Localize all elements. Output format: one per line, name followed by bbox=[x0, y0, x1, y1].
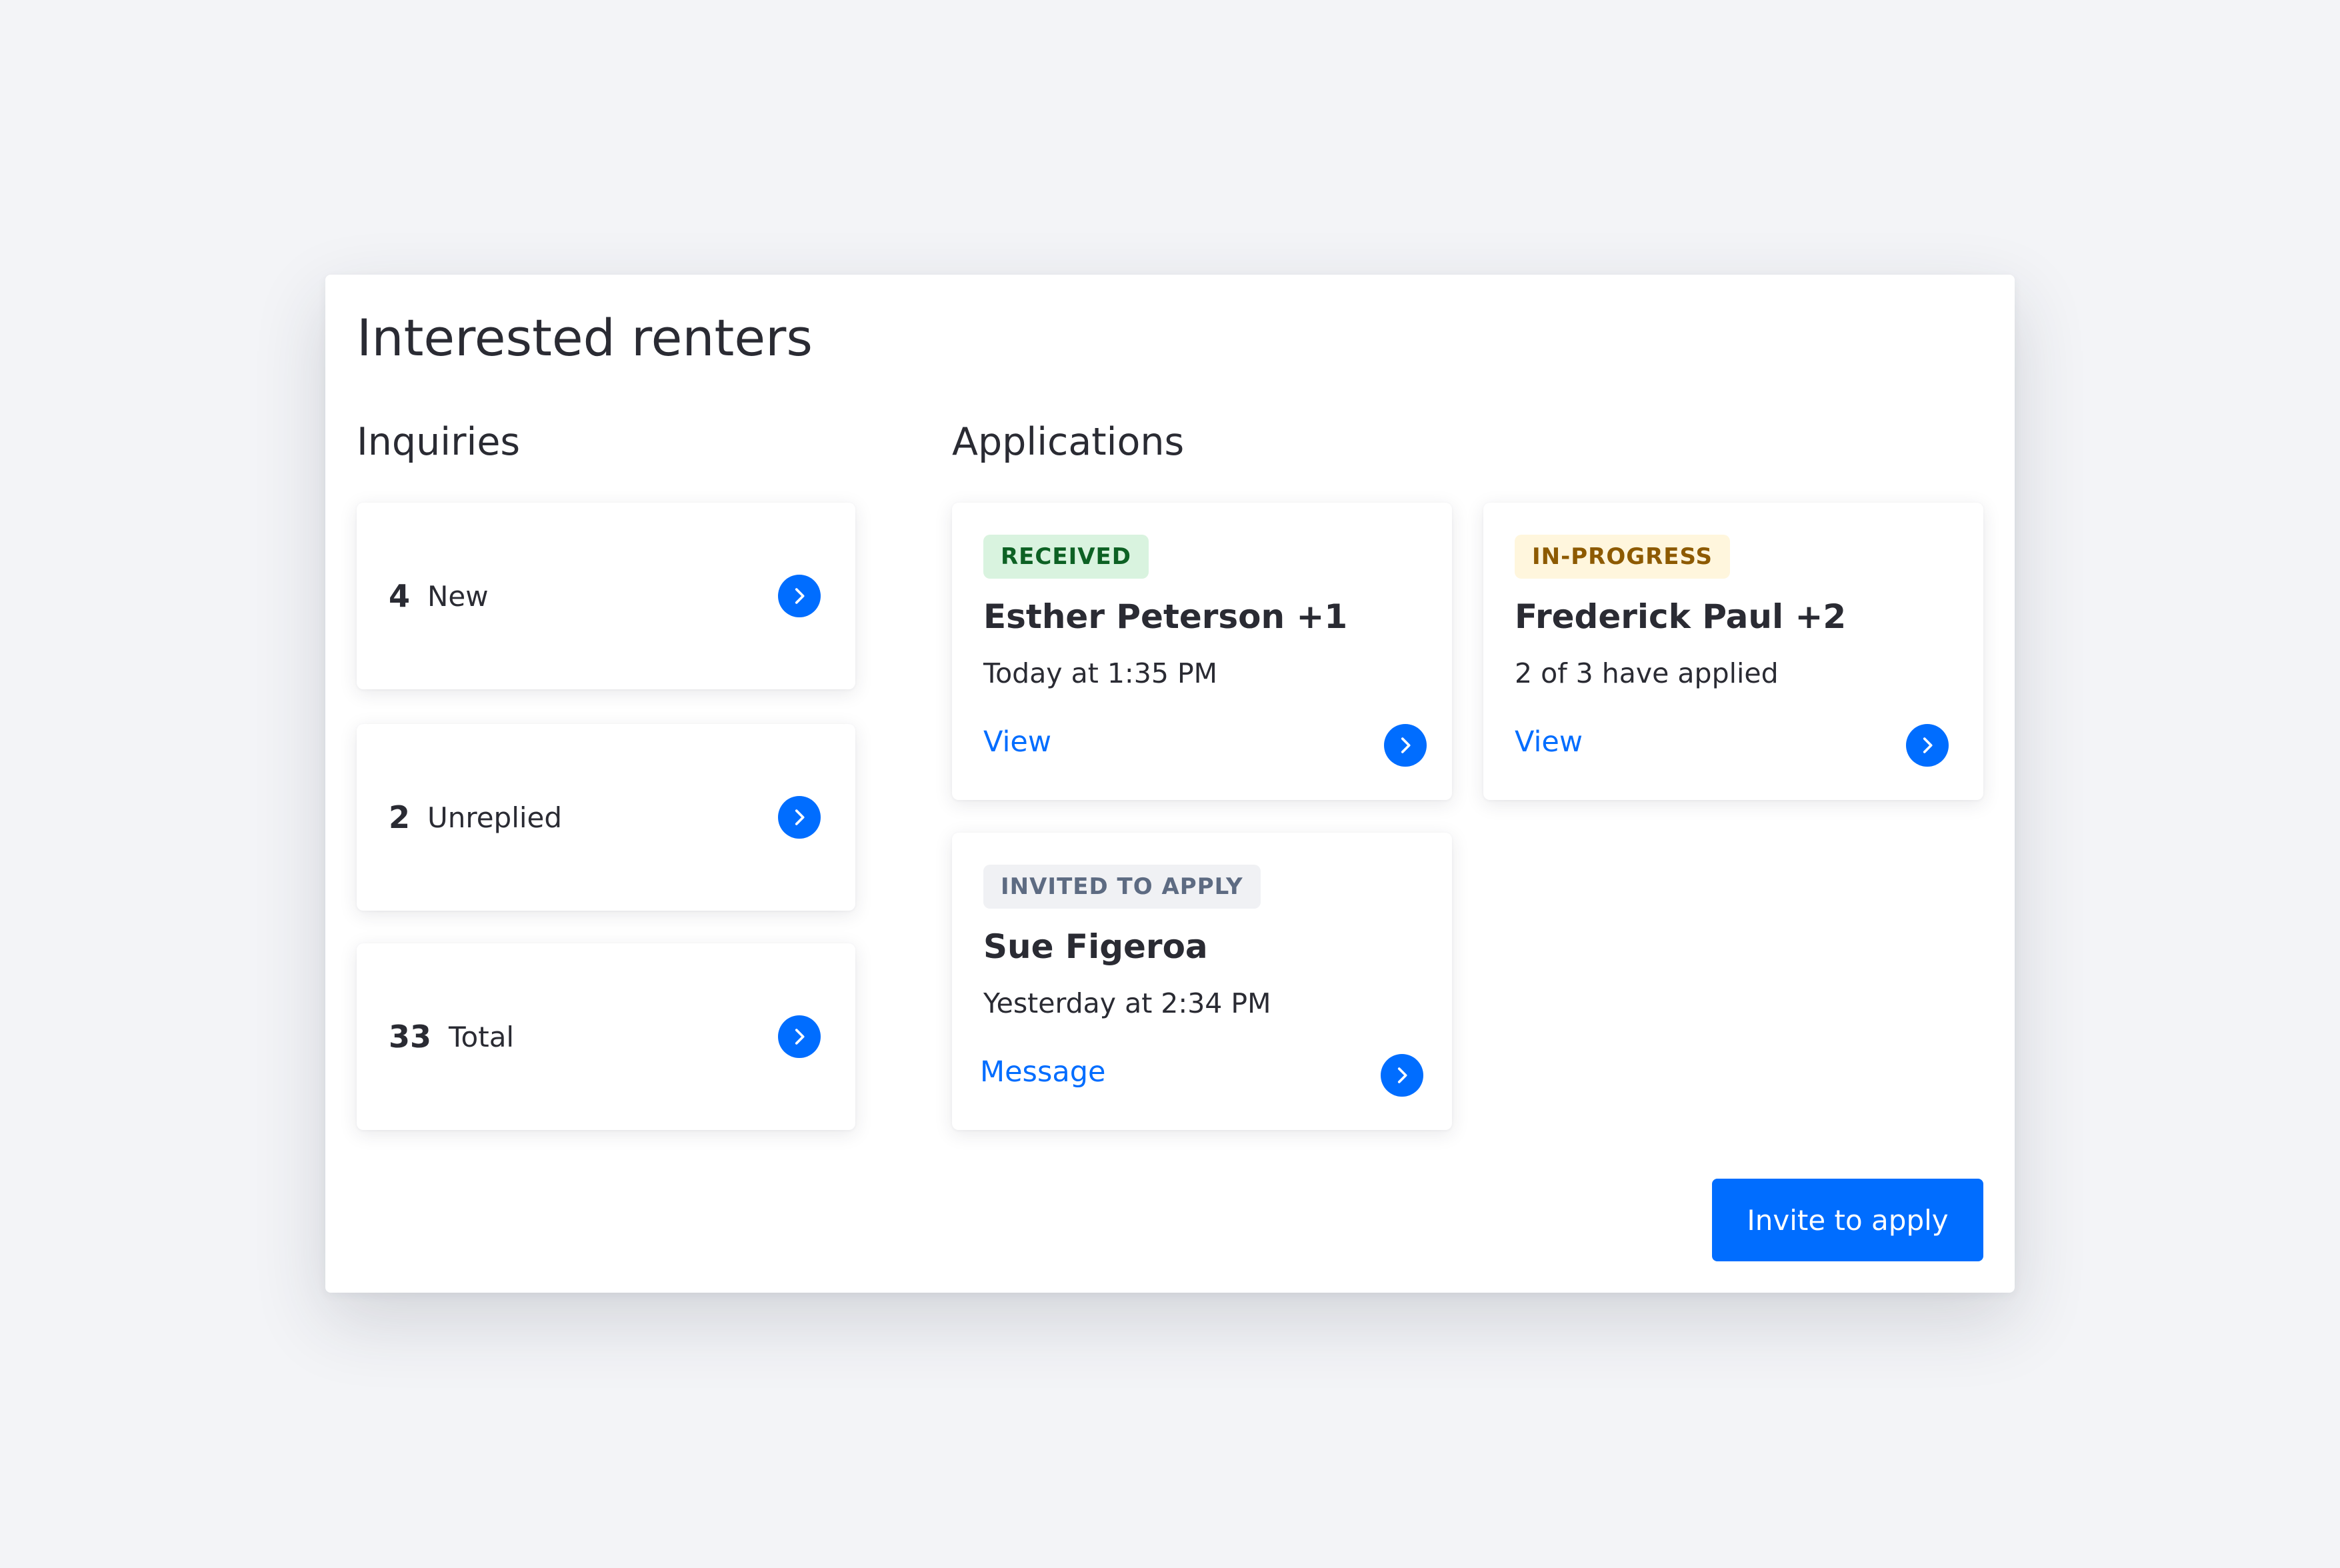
chevron-right-circle-icon[interactable] bbox=[1906, 724, 1949, 767]
inquiry-count: 33 bbox=[389, 1019, 432, 1055]
applicant-name: Esther Peterson +1 bbox=[983, 597, 1348, 636]
chevron-right-circle-icon[interactable] bbox=[778, 575, 821, 617]
status-badge: IN-PROGRESS bbox=[1515, 535, 1730, 579]
application-card[interactable]: INVITED TO APPLY Sue Figeroa Yesterday a… bbox=[952, 833, 1452, 1130]
chevron-right-circle-icon[interactable] bbox=[778, 1015, 821, 1058]
chevron-right-circle-icon[interactable] bbox=[1384, 724, 1427, 767]
view-link[interactable]: View bbox=[1515, 725, 1583, 759]
applicant-name: Sue Figeroa bbox=[983, 927, 1208, 966]
modal-title: Interested renters bbox=[357, 308, 813, 367]
status-badge: INVITED TO APPLY bbox=[983, 865, 1261, 909]
status-badge: RECEIVED bbox=[983, 535, 1149, 579]
inquiry-card-total[interactable]: 33 Total bbox=[357, 943, 855, 1130]
inquiries-heading: Inquiries bbox=[357, 420, 521, 464]
invite-to-apply-button[interactable]: Invite to apply bbox=[1712, 1179, 1983, 1261]
application-card[interactable]: IN-PROGRESS Frederick Paul +2 2 of 3 hav… bbox=[1483, 503, 1983, 800]
applicant-name: Frederick Paul +2 bbox=[1515, 597, 1847, 636]
chevron-right-circle-icon[interactable] bbox=[778, 796, 821, 839]
application-detail: Today at 1:35 PM bbox=[983, 657, 1218, 689]
interested-renters-modal: Interested renters Inquiries Application… bbox=[325, 275, 2015, 1293]
application-detail: 2 of 3 have applied bbox=[1515, 657, 1779, 689]
view-link[interactable]: View bbox=[983, 725, 1051, 759]
inquiry-card-unreplied[interactable]: 2 Unreplied bbox=[357, 724, 855, 911]
message-link[interactable]: Message bbox=[980, 1055, 1105, 1089]
inquiry-label: New bbox=[427, 579, 489, 613]
inquiry-label: Total bbox=[449, 1020, 515, 1053]
inquiry-count: 2 bbox=[389, 799, 411, 835]
application-detail: Yesterday at 2:34 PM bbox=[983, 987, 1271, 1019]
application-card[interactable]: RECEIVED Esther Peterson +1 Today at 1:3… bbox=[952, 503, 1452, 800]
chevron-right-circle-icon[interactable] bbox=[1381, 1054, 1423, 1097]
inquiry-card-new[interactable]: 4 New bbox=[357, 503, 855, 689]
inquiry-count: 4 bbox=[389, 578, 411, 614]
inquiry-label: Unreplied bbox=[427, 801, 563, 834]
applications-heading: Applications bbox=[952, 420, 1185, 464]
